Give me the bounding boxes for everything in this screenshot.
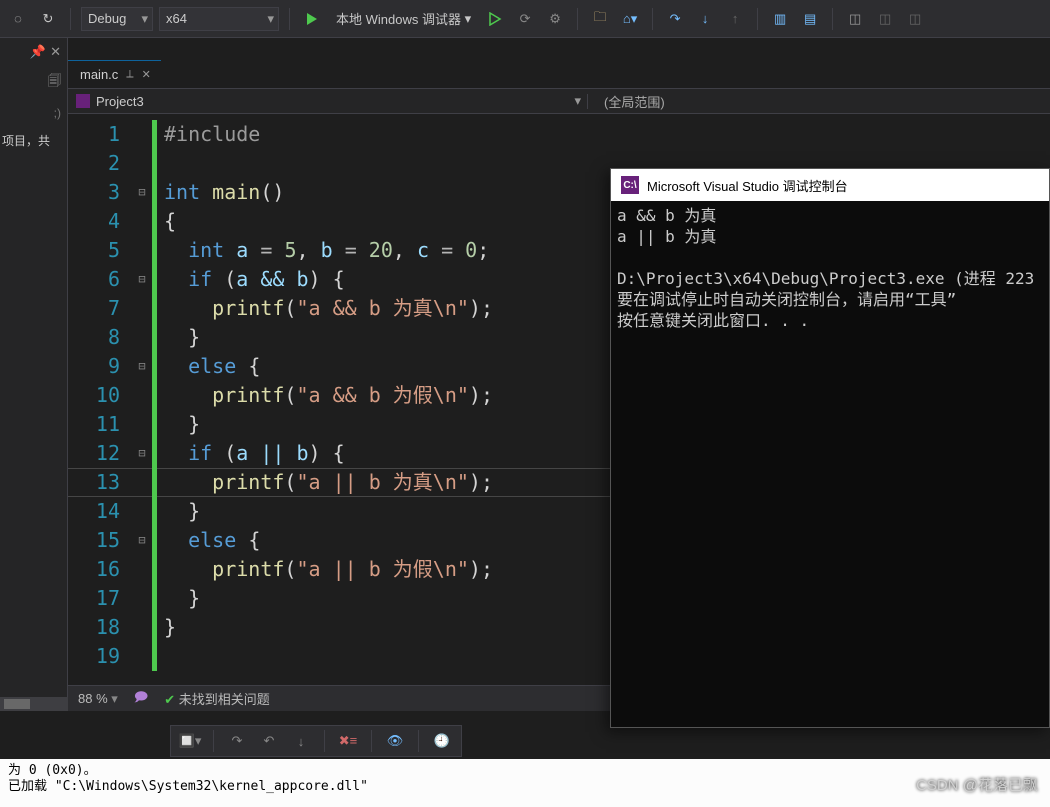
clock-icon[interactable]: 🕘	[429, 729, 455, 753]
output-line: 为 0 (0x0)。	[8, 763, 1042, 779]
refresh-icon[interactable]: ⟳	[513, 7, 537, 31]
watch-icon[interactable]: 👁	[382, 729, 408, 753]
start-debug-button[interactable]: 本地 Windows 调试器 ▾	[330, 7, 477, 31]
zoom-select[interactable]: 88 %	[78, 691, 118, 707]
scope-bar: Project3 (全局范围)	[68, 88, 1050, 114]
layout1-icon[interactable]: ▥	[768, 7, 792, 31]
window1-icon[interactable]: ◫	[843, 7, 867, 31]
tab-main-c[interactable]: main.c ⟂ ✕	[68, 60, 161, 88]
close-icon[interactable]: ✕	[142, 68, 151, 81]
process-icon[interactable]: 🔲▾	[177, 729, 203, 753]
watermark: CSDN @花落已飘	[916, 774, 1038, 795]
project-icon	[76, 94, 90, 108]
fold-column[interactable]: ⊟⊟⊟⊟⊟	[132, 114, 152, 671]
debug-console-window: C:\ Microsoft Visual Studio 调试控制台 a && b…	[610, 168, 1050, 728]
output-pane[interactable]: 为 0 (0x0)。 已加载 "C:\Windows\System32\kern…	[0, 759, 1050, 807]
line-numbers: 12345678910111213141516171819	[68, 114, 132, 671]
close-icon[interactable]: ✕	[50, 44, 61, 60]
fwd-icon[interactable]: ↻	[36, 7, 60, 31]
step-icon[interactable]: ↷	[224, 729, 250, 753]
step3-icon[interactable]: ↓	[288, 729, 314, 753]
console-titlebar[interactable]: C:\ Microsoft Visual Studio 调试控制台	[611, 169, 1049, 201]
project-scope-select[interactable]: Project3	[68, 94, 588, 109]
gear-icon[interactable]: ⚙	[543, 7, 567, 31]
check-icon: ✔	[164, 692, 175, 707]
symbol-scope-select[interactable]: (全局范围)	[588, 92, 681, 111]
back-icon[interactable]: ◌	[6, 7, 30, 31]
left-panel-hint: 项目，共	[0, 126, 67, 155]
code-content[interactable]: #include int main(){ int a = 5, b = 20, …	[164, 114, 493, 671]
solution-explorer-collapsed: 📌 ✕ 🗐 ;) 项目，共	[0, 38, 68, 698]
output-line: 已加载 "C:\Windows\System32\kernel_appcore.…	[8, 779, 1042, 795]
play-icon[interactable]	[300, 7, 324, 31]
pin-icon[interactable]: ⟂	[126, 68, 133, 81]
step-into-icon[interactable]: ↓	[693, 7, 717, 31]
h-scrollbar[interactable]	[0, 697, 68, 711]
window3-icon[interactable]: ◫	[903, 7, 927, 31]
main-toolbar: ◌ ↻ Debug x64 本地 Windows 调试器 ▾ ⟳ ⚙ 🗀 ⌂▾ …	[0, 0, 1050, 38]
folder-icon[interactable]: 🗀	[588, 7, 612, 31]
platform-select[interactable]: x64	[159, 7, 279, 31]
tab-label: main.c	[80, 67, 118, 82]
feedback-icon[interactable]: 🗩	[134, 688, 148, 710]
layout2-icon[interactable]: ▤	[798, 7, 822, 31]
step2-icon[interactable]: ↶	[256, 729, 282, 753]
debug-toolbar: 🔲▾ ↷ ↶ ↓ ✖≡ 👁 🕘	[170, 725, 462, 757]
issues-label: 未找到相关问题	[179, 692, 270, 707]
config-select[interactable]: Debug	[81, 7, 153, 31]
pin-icon[interactable]: 📌	[30, 44, 46, 60]
stack-icon[interactable]: 🗐	[0, 66, 67, 100]
file-tabs: main.c ⟂ ✕	[68, 58, 161, 88]
home-icon[interactable]: ⌂▾	[618, 7, 642, 31]
window2-icon[interactable]: ◫	[873, 7, 897, 31]
change-indicator	[152, 120, 157, 671]
vs-icon: C:\	[621, 176, 639, 194]
console-title-text: Microsoft Visual Studio 调试控制台	[647, 176, 848, 195]
step-over-icon[interactable]: ↷	[663, 7, 687, 31]
console-output[interactable]: a && b 为真 a || b 为真 D:\Project3\x64\Debu…	[611, 201, 1049, 727]
step-out-icon[interactable]: ↑	[723, 7, 747, 31]
breakpoint-del-icon[interactable]: ✖≡	[335, 729, 361, 753]
play-nodbg-icon[interactable]	[483, 7, 507, 31]
